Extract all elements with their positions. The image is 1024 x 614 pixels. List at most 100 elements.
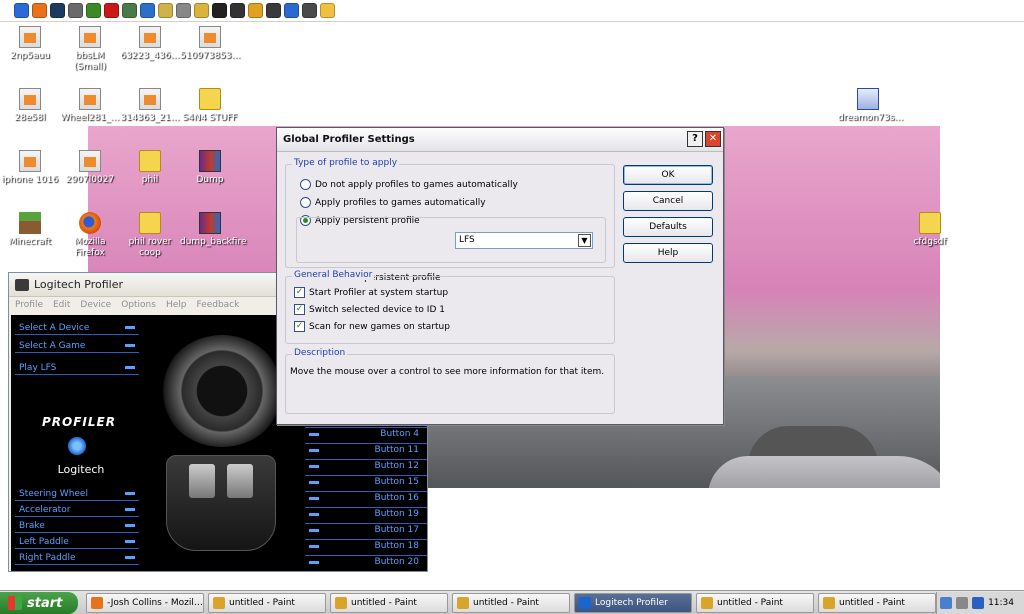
menu-item-options[interactable]: Options (121, 300, 156, 310)
persistent-profile-select[interactable]: LFS ▼ (455, 232, 593, 249)
disk-icon[interactable] (194, 3, 209, 18)
dialog-close-button[interactable]: ✕ (705, 131, 721, 147)
minecraft-icon[interactable] (86, 3, 101, 18)
menu-item-profile[interactable]: Profile (15, 300, 43, 310)
wheel-button-item[interactable]: Button 18 (305, 539, 427, 553)
network-icon[interactable] (140, 3, 155, 18)
axis-item[interactable]: Left Paddle (15, 535, 139, 549)
menu-item-edit[interactable]: Edit (53, 300, 70, 310)
chevron-down-icon[interactable]: ▼ (578, 234, 591, 247)
taskbar-item-label: untitled - Paint (717, 598, 783, 608)
app-icon[interactable] (68, 3, 83, 18)
window-icon[interactable] (176, 3, 191, 18)
behavior-checkbox-option[interactable]: ✓ Scan for new games on startup (294, 321, 450, 332)
desktop-icon[interactable]: 2907l0027 (60, 150, 120, 186)
folder-icon[interactable] (320, 3, 335, 18)
profile-radio-option[interactable]: Do not apply profiles to games automatic… (300, 179, 518, 190)
wheel-button-item[interactable]: Button 20 (305, 555, 427, 569)
desktop-icon[interactable]: dump_backfire (180, 212, 247, 248)
desktop-icon-label: Dump (196, 175, 224, 185)
app-icon[interactable] (122, 3, 137, 18)
desktop-icon[interactable]: 63223_436… (120, 26, 180, 62)
behavior-checkbox-option[interactable]: ✓ Switch selected device to ID 1 (294, 304, 445, 315)
behavior-checkbox-option[interactable]: ✓ Start Profiler at system startup (294, 287, 448, 298)
menu-item-help[interactable]: Help (166, 300, 187, 310)
global-profiler-settings-dialog[interactable]: Global Profiler Settings ? ✕ Type of pro… (276, 127, 724, 425)
media-icon[interactable] (248, 3, 263, 18)
menu-item-feedback[interactable]: Feedback (196, 300, 239, 310)
axis-label: Left Paddle (19, 537, 69, 547)
ok-button[interactable]: OK (623, 165, 713, 185)
ati-icon[interactable] (104, 3, 119, 18)
chat-icon[interactable] (284, 3, 299, 18)
desktop-icon[interactable]: Wheel281_… (60, 88, 120, 124)
internet-explorer-icon[interactable] (14, 3, 29, 18)
radio-button[interactable] (300, 197, 311, 208)
menu-bar-icon (309, 545, 319, 548)
menu-bar-icon (309, 449, 319, 452)
folder-icon (139, 212, 161, 234)
checkbox[interactable]: ✓ (294, 304, 305, 315)
desktop-icon[interactable]: cfdgsdf (900, 212, 960, 248)
profiler-nav-item[interactable]: Play LFS (15, 361, 139, 375)
axis-item[interactable]: Brake (15, 519, 139, 533)
wheel-button-item[interactable]: Button 15 (305, 475, 427, 489)
wheel-button-item[interactable]: Button 19 (305, 507, 427, 521)
steam-icon[interactable] (50, 3, 65, 18)
desktop-icon[interactable]: Minecraft (0, 212, 60, 248)
taskbar-item[interactable]: untitled - Paint (208, 593, 326, 613)
profile-radio-option[interactable]: Apply profiles to games automatically (300, 197, 486, 208)
dialog-help-button[interactable]: ? (687, 131, 703, 147)
profiler-nav-item[interactable]: Select A Device (15, 321, 139, 335)
desktop-icon[interactable]: 314363_21… (120, 88, 180, 124)
dialog-titlebar[interactable]: Global Profiler Settings (277, 128, 723, 152)
drive-icon[interactable] (158, 3, 173, 18)
taskbar-item[interactable]: untitled - Paint (696, 593, 814, 613)
desktop-icon[interactable]: Dump (180, 150, 240, 186)
firefox-icon[interactable] (32, 3, 47, 18)
desktop-icon[interactable]: bbsLM (Small) (60, 26, 120, 73)
menu-item-device[interactable]: Device (80, 300, 111, 310)
gear-icon[interactable] (230, 3, 245, 18)
display-icon[interactable] (972, 597, 985, 609)
desktop-icon[interactable]: 28e58l (0, 88, 60, 124)
desktop-icon[interactable]: phil rover coop (120, 212, 180, 259)
menu-bar-icon (309, 465, 319, 468)
desktop-icon[interactable]: phil (120, 150, 180, 186)
desktop-icon-label: 28e58l (14, 113, 46, 123)
edit-icon[interactable] (302, 3, 317, 18)
axis-item[interactable]: Steering Wheel (15, 487, 139, 501)
taskbar-item[interactable]: Logitech Profiler (574, 593, 692, 613)
wheel-button-item[interactable]: Button 17 (305, 523, 427, 537)
wheel-button-item[interactable]: Button 12 (305, 459, 427, 473)
profiler-nav-label: Select A Game (19, 341, 86, 351)
desktop-icon[interactable]: dreamon73s… (838, 88, 903, 124)
desktop-icon[interactable]: S4N4 STUFF (180, 88, 240, 124)
taskbar-item[interactable]: untitled - Paint (330, 593, 448, 613)
taskbar-item[interactable]: untitled - Paint (818, 593, 936, 613)
desktop-icon[interactable]: iphone 1016 (0, 150, 60, 186)
taskbar-item[interactable]: untitled - Paint (452, 593, 570, 613)
taskbar-item[interactable]: -Josh Collins - Mozil… (86, 593, 204, 613)
defaults-button[interactable]: Defaults (623, 217, 713, 237)
axis-item[interactable]: Right Paddle (15, 551, 139, 565)
axis-item[interactable]: Accelerator (15, 503, 139, 517)
checkbox[interactable]: ✓ (294, 321, 305, 332)
wheel-button-item[interactable]: Button 4 (305, 427, 427, 441)
link-icon[interactable] (212, 3, 227, 18)
desktop-icon[interactable]: 510973853… (180, 26, 241, 62)
cancel-button[interactable]: Cancel (623, 191, 713, 211)
wheel-button-item[interactable]: Button 16 (305, 491, 427, 505)
desktop-icon[interactable]: Mozilla Firefox (60, 212, 120, 259)
help-button[interactable]: Help (623, 243, 713, 263)
volume-icon[interactable] (956, 597, 969, 609)
axis-label: Steering Wheel (19, 489, 88, 499)
wheel-button-item[interactable]: Button 11 (305, 443, 427, 457)
radio-button[interactable] (300, 179, 311, 190)
profiler-nav-item[interactable]: Select A Game (15, 339, 139, 353)
desktop-icon[interactable]: 2np5auu (0, 26, 60, 62)
start-button[interactable]: start (0, 592, 78, 614)
checkbox[interactable]: ✓ (294, 287, 305, 298)
game-icon[interactable] (266, 3, 281, 18)
network-icon[interactable] (940, 597, 953, 609)
